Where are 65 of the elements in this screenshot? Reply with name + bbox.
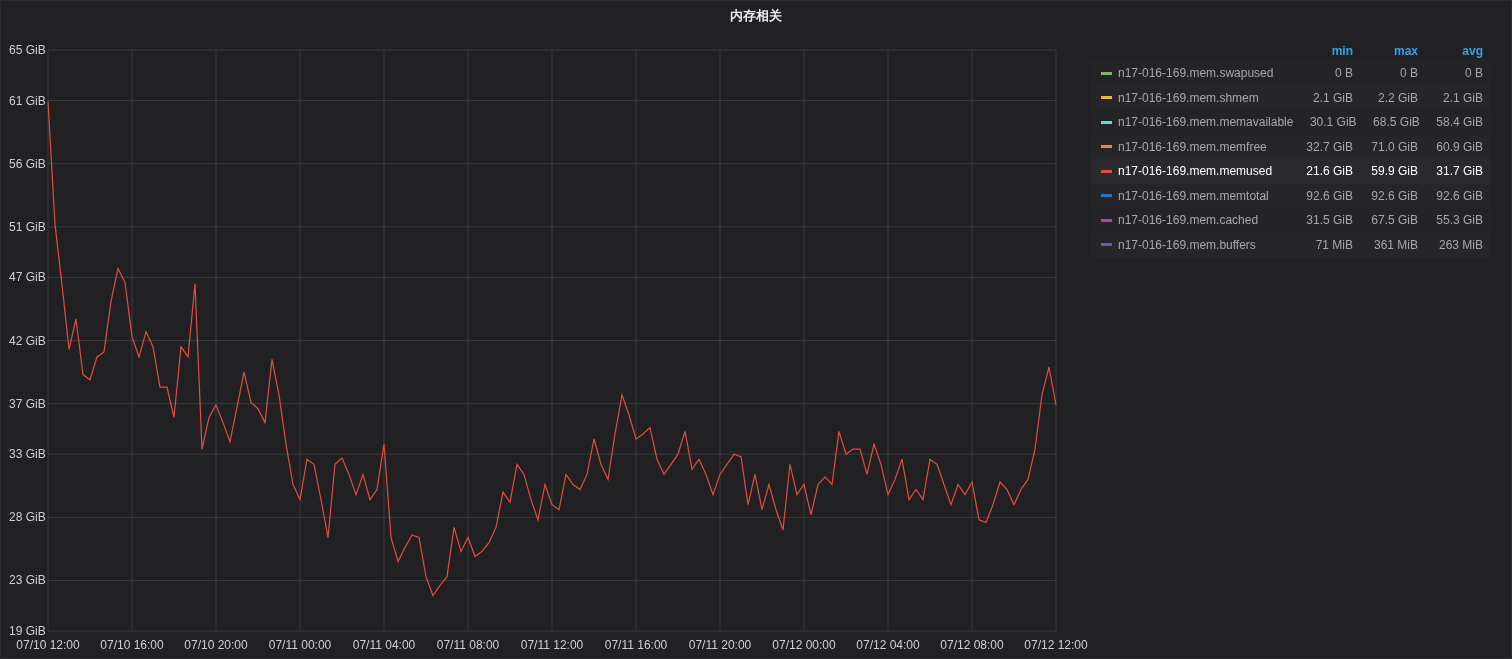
axis-label: 51 GiB [9,219,46,234]
series-name: n17-016-169.mem.memavailable [1118,115,1294,130]
axis-label: 42 GiB [9,333,46,348]
series-name: n17-016-169.mem.memused [1118,164,1274,179]
max-value: 59.9 GiB [1370,164,1418,179]
axis-label: 07/10 20:00 [184,638,248,652]
axis-label: 07/11 16:00 [604,638,668,652]
axis-label: 19 GiB [9,624,46,638]
axis-label: 33 GiB [9,447,46,462]
min-value: 2.1 GiB [1311,90,1353,105]
axis-label: 07/12 08:00 [940,638,1004,652]
min-value: 71 MiB [1314,237,1353,252]
axis-label: 23 GiB [9,573,46,588]
axis-label: 07/10 12:00 [16,638,80,652]
series-name: n17-016-169.mem.swapused [1118,66,1275,81]
axis-label: 37 GiB [9,396,46,411]
series-name: n17-016-169.mem.cached [1118,213,1260,228]
axis-label: 07/12 00:00 [772,638,836,652]
axis-label: 28 GiB [9,510,46,525]
avg-value: 2.1 GiB [1441,90,1483,105]
avg-value: 92.6 GiB [1435,188,1483,203]
avg-value: 31.7 GiB [1435,164,1483,179]
axis-label: 07/11 08:00 [436,638,500,652]
max-value: 67.5 GiB [1370,213,1418,228]
avg-value: 263 MiB [1437,237,1483,252]
column-header[interactable]: min [1288,44,1353,58]
axis-label: 56 GiB [9,156,46,171]
max-value: 68.5 GiB [1372,115,1420,130]
avg-value: 60.9 GiB [1435,139,1483,154]
min-value: 31.5 GiB [1305,213,1353,228]
min-value: 92.6 GiB [1305,188,1353,203]
legend-row[interactable]: n17-016-169.mem.buffers 71 MiB 361 MiB 263 MiB [1091,232,1491,257]
min-value: 21.6 GiB [1305,164,1353,179]
max-value: 0 B [1399,66,1418,81]
axis-label: 07/10 16:00 [100,638,164,652]
max-value: 361 MiB [1372,237,1418,252]
column-header[interactable]: max [1353,44,1418,58]
min-value: 32.7 GiB [1305,139,1353,154]
max-value: 92.6 GiB [1370,188,1418,203]
max-value: 2.2 GiB [1376,90,1418,105]
series-name: n17-016-169.mem.shmem [1118,90,1260,105]
max-value: 71.0 GiB [1370,139,1418,154]
column-header[interactable]: avg [1418,44,1483,58]
panel-title: 内存相关 [729,7,783,25]
avg-value: 0 B [1464,66,1483,81]
axis-label: 65 GiB [9,43,46,57]
axis-label: 07/11 00:00 [268,638,332,652]
legend-row[interactable]: n17-016-169.mem.memfree 32.7 GiB 71.0 GiB 60.9 GiB [1091,134,1491,159]
axis-label: 07/11 20:00 [688,638,752,652]
avg-value: 58.4 GiB [1435,115,1483,130]
series-name: n17-016-169.mem.memtotal [1118,188,1270,203]
axis-label: 07/12 04:00 [856,638,920,652]
axis-label: 47 GiB [9,270,46,285]
avg-value: 55.3 GiB [1435,213,1483,228]
series-name: n17-016-169.mem.memfree [1118,139,1268,154]
min-value: 30.1 GiB [1308,115,1357,130]
legend-row[interactable]: n17-016-169.mem.shmem 2.1 GiB 2.2 GiB 2.1 GiB [1091,85,1491,110]
legend-row[interactable]: n17-016-169.mem.memtotal 92.6 GiB 92.6 GiB 92.6 GiB [1091,183,1491,208]
min-value: 0 B [1334,66,1353,81]
axis-label: 07/11 04:00 [352,638,416,652]
series-name: n17-016-169.mem.buffers [1118,237,1257,252]
axis-label: 61 GiB [9,93,46,108]
legend-row[interactable]: n17-016-169.mem.memused 21.6 GiB 59.9 GiB 31.7 GiB [1091,159,1491,184]
axis-label: 07/11 12:00 [520,638,584,652]
axis-label: 07/12 12:00 [1024,638,1088,652]
